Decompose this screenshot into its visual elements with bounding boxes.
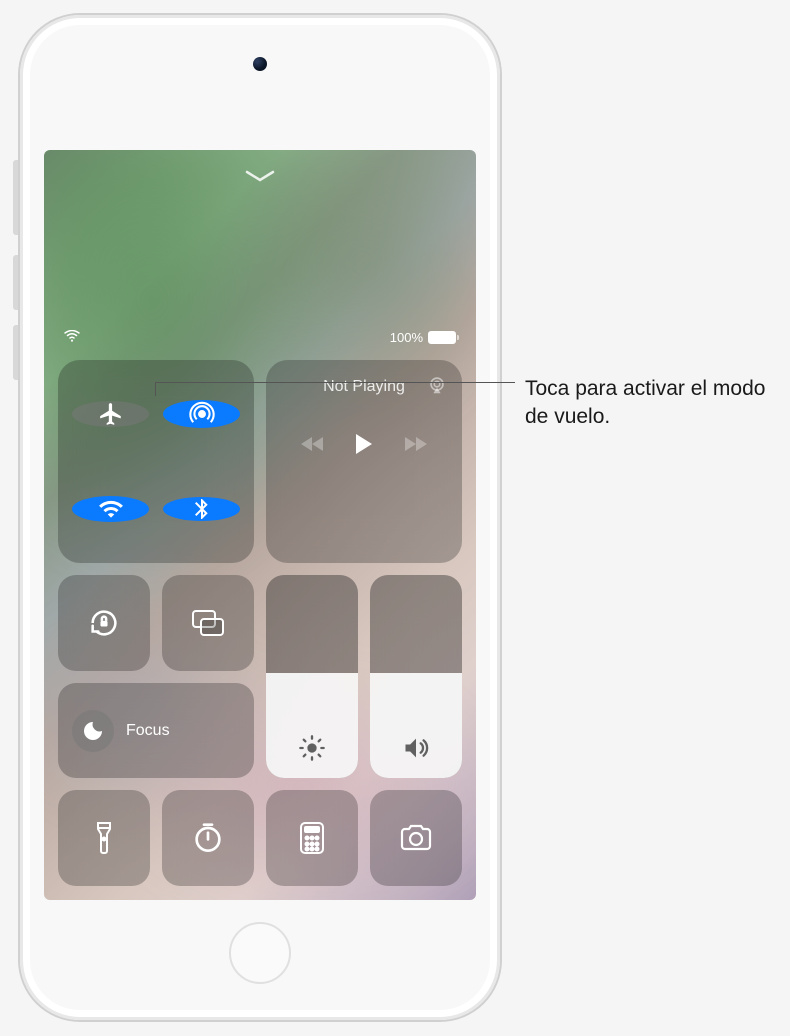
focus-label: Focus bbox=[126, 722, 170, 740]
screen: 100% bbox=[44, 150, 476, 900]
airplane-icon bbox=[98, 401, 124, 427]
connectivity-module[interactable] bbox=[58, 360, 254, 563]
airdrop-button[interactable] bbox=[163, 400, 240, 428]
forward-button[interactable] bbox=[403, 435, 427, 458]
battery-icon bbox=[428, 331, 456, 344]
play-button[interactable] bbox=[353, 432, 375, 461]
calculator-icon bbox=[299, 821, 325, 855]
airplay-icon[interactable] bbox=[426, 374, 448, 401]
control-center: Not Playing bbox=[58, 360, 462, 886]
battery-percent-label: 100% bbox=[390, 330, 423, 345]
front-camera bbox=[253, 57, 267, 71]
rewind-button[interactable] bbox=[301, 435, 325, 458]
orientation-lock-icon bbox=[87, 606, 121, 640]
side-button bbox=[13, 160, 18, 235]
wifi-status-icon bbox=[64, 330, 80, 345]
focus-button[interactable]: Focus bbox=[58, 683, 254, 779]
volume-up-button bbox=[13, 255, 18, 310]
screen-mirroring-button[interactable] bbox=[162, 575, 254, 671]
annotation-text: Toca para activar el modo de vuelo. bbox=[525, 375, 770, 432]
volume-icon bbox=[402, 734, 430, 762]
do-not-disturb-icon bbox=[81, 719, 105, 743]
wifi-button[interactable] bbox=[72, 496, 149, 522]
screen-mirroring-icon bbox=[190, 608, 226, 638]
device-frame: 100% bbox=[20, 15, 500, 1020]
wifi-icon bbox=[98, 496, 124, 522]
forward-icon bbox=[403, 435, 427, 453]
home-button[interactable] bbox=[229, 922, 291, 984]
airdrop-icon bbox=[188, 400, 216, 428]
orientation-lock-button[interactable] bbox=[58, 575, 150, 671]
volume-slider[interactable] bbox=[370, 575, 462, 778]
bluetooth-icon bbox=[190, 497, 214, 521]
play-icon bbox=[353, 432, 375, 456]
brightness-slider[interactable] bbox=[266, 575, 358, 778]
dismiss-chevron-icon[interactable] bbox=[245, 170, 275, 189]
bluetooth-button[interactable] bbox=[163, 497, 240, 521]
volume-down-button bbox=[13, 325, 18, 380]
rewind-icon bbox=[301, 435, 325, 453]
flashlight-button[interactable] bbox=[58, 790, 150, 886]
brightness-icon bbox=[298, 734, 326, 762]
flashlight-icon bbox=[94, 821, 114, 855]
media-status-label: Not Playing bbox=[323, 378, 405, 396]
calculator-button[interactable] bbox=[266, 790, 358, 886]
status-bar: 100% bbox=[44, 330, 476, 345]
airplane-mode-button[interactable] bbox=[72, 401, 149, 427]
media-module[interactable]: Not Playing bbox=[266, 360, 462, 563]
camera-button[interactable] bbox=[370, 790, 462, 886]
camera-icon bbox=[399, 824, 433, 852]
timer-button[interactable] bbox=[162, 790, 254, 886]
timer-icon bbox=[192, 822, 224, 854]
